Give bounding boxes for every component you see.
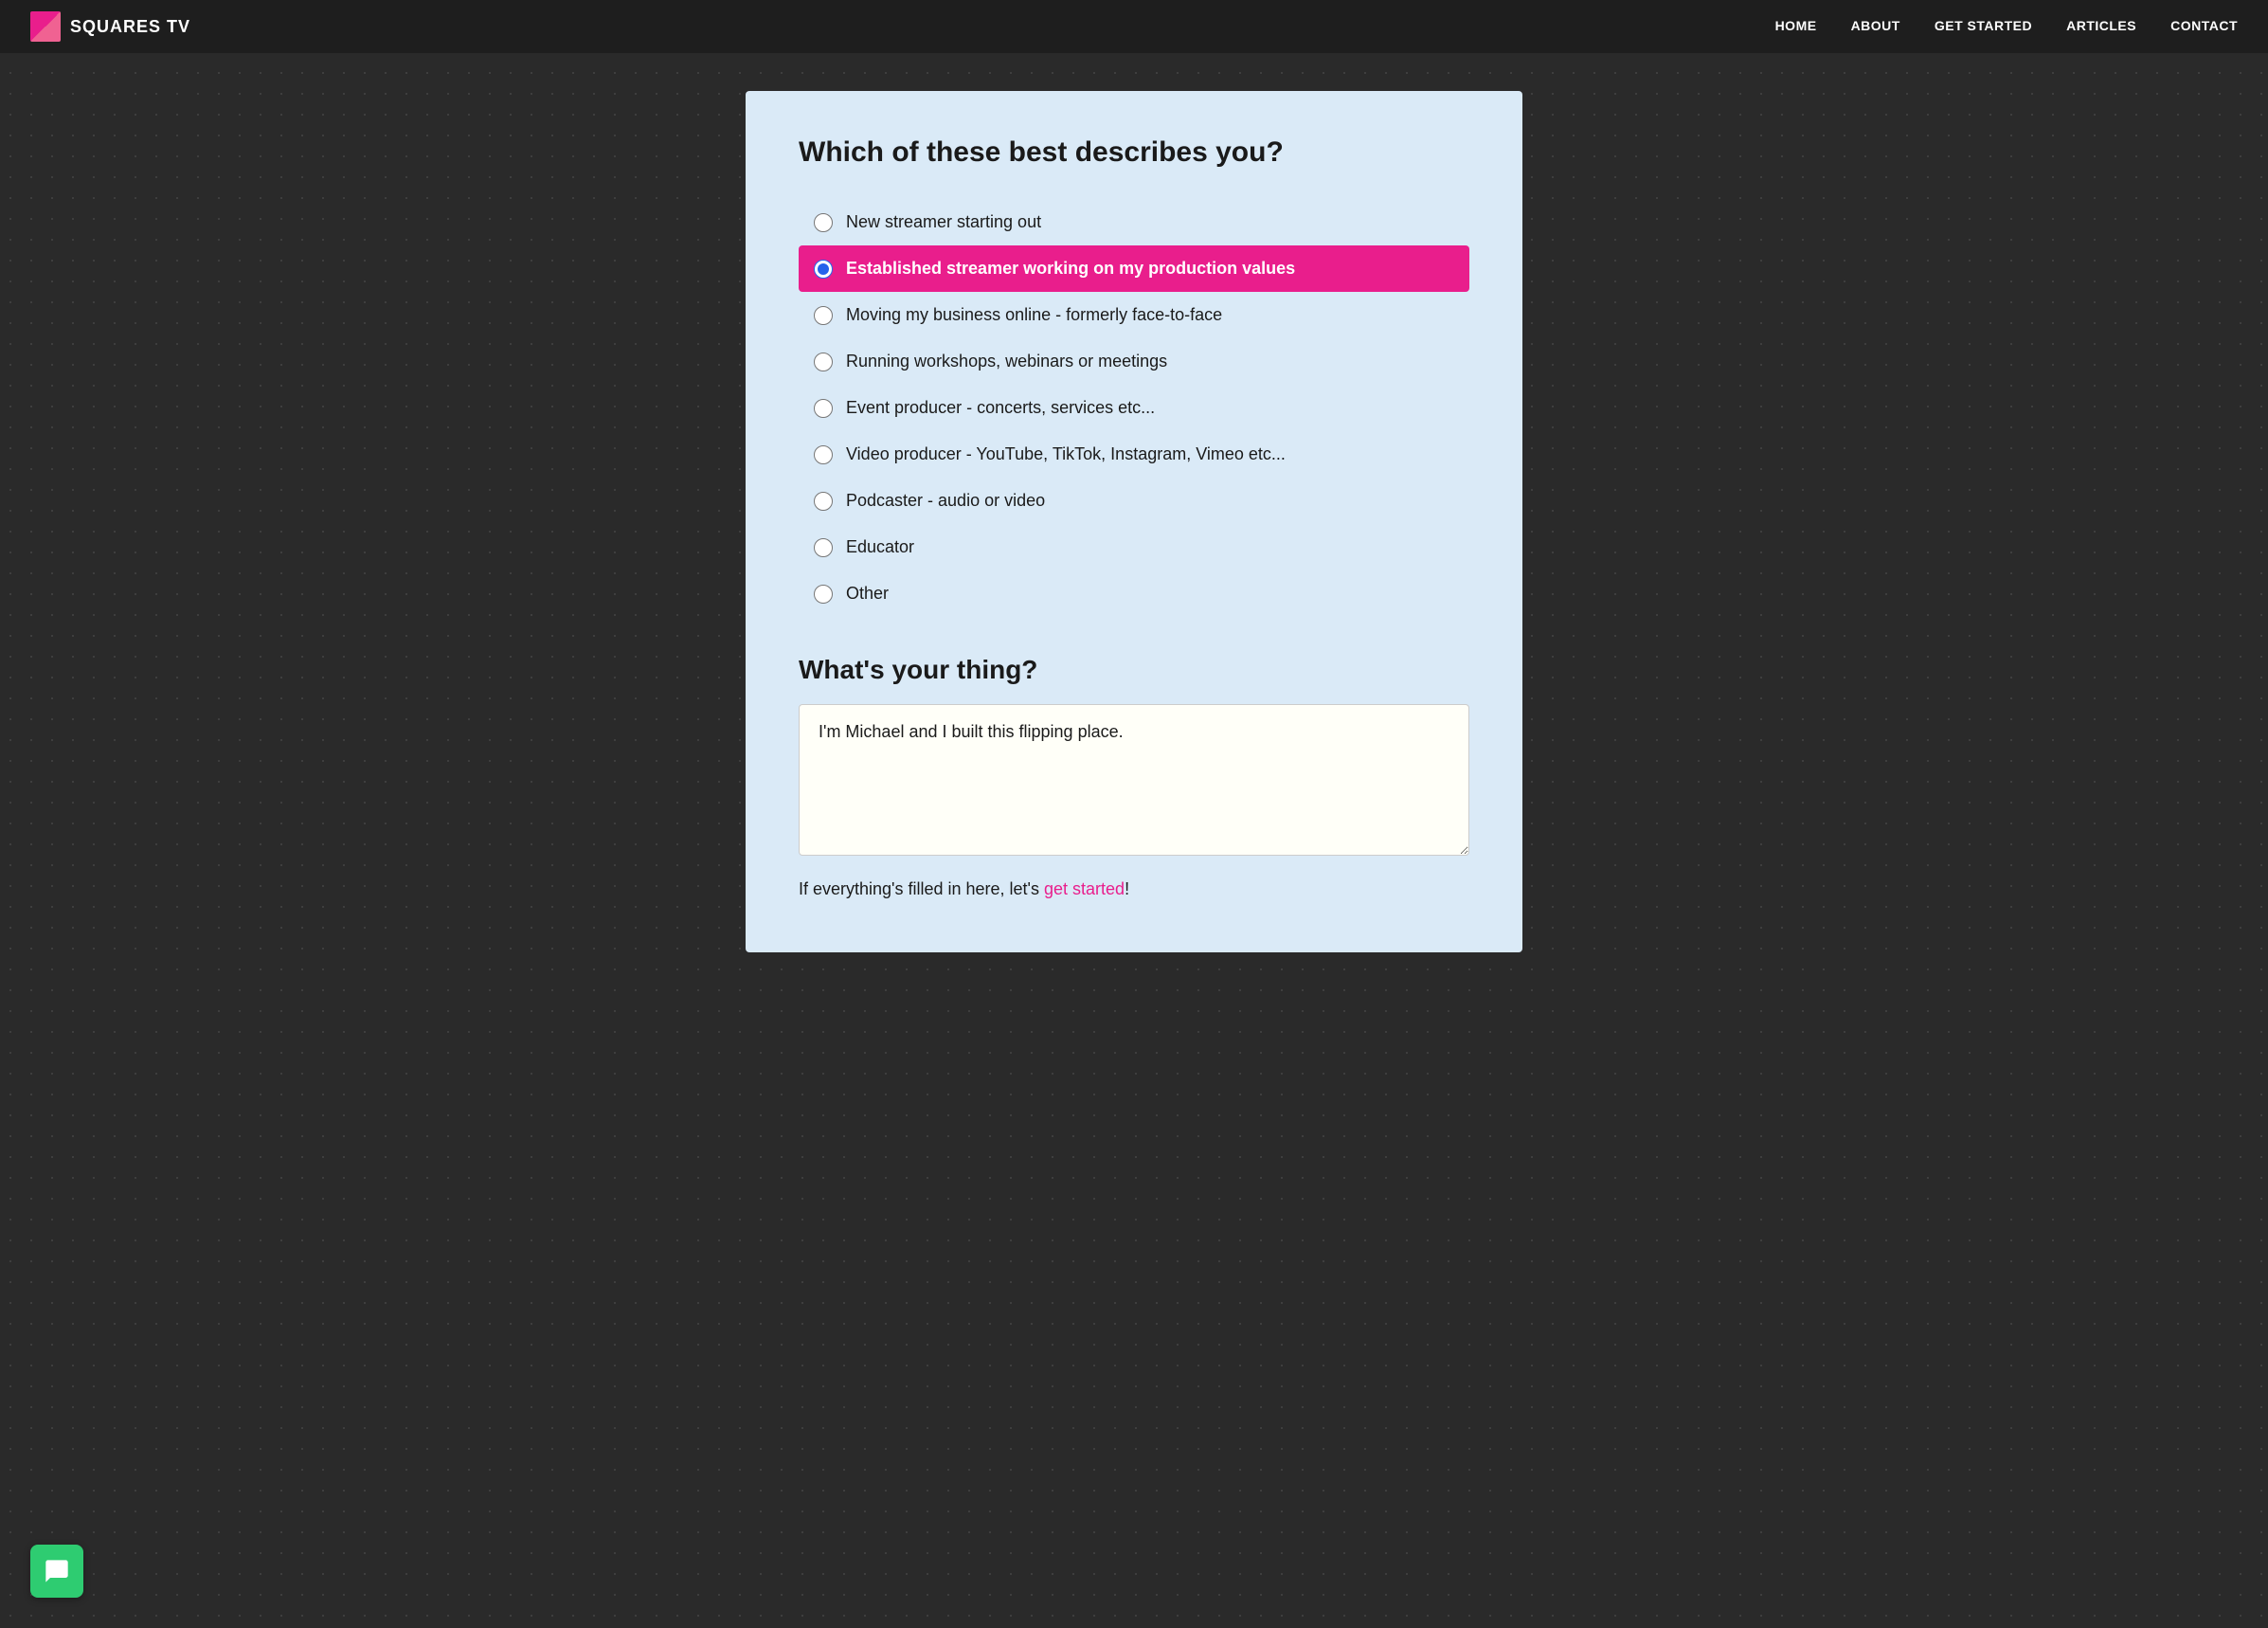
radio-option-opt3[interactable]: Moving my business online - formerly fac… bbox=[799, 292, 1469, 338]
radio-input-opt7[interactable] bbox=[814, 492, 833, 511]
brand-name: SQUARES TV bbox=[70, 17, 190, 37]
navbar: SQUARES TV HOME ABOUT GET STARTED ARTICLES C… bbox=[0, 0, 2268, 53]
radio-input-opt9[interactable] bbox=[814, 585, 833, 604]
radio-option-opt6[interactable]: Video producer - YouTube, TikTok, Instag… bbox=[799, 431, 1469, 478]
chat-icon bbox=[44, 1558, 70, 1584]
question2-title: What's your thing? bbox=[799, 655, 1469, 685]
nav-link-about[interactable]: ABOUT bbox=[1851, 18, 1900, 33]
radio-option-opt5[interactable]: Event producer - concerts, services etc.… bbox=[799, 385, 1469, 431]
thing-textarea[interactable] bbox=[799, 704, 1469, 856]
radio-label-opt4: Running workshops, webinars or meetings bbox=[846, 352, 1167, 371]
nav-link-articles[interactable]: ARTICLES bbox=[2066, 18, 2136, 33]
radio-label-opt9: Other bbox=[846, 584, 889, 604]
radio-label-opt8: Educator bbox=[846, 537, 914, 557]
nav-link-get-started[interactable]: GET STARTED bbox=[1935, 18, 2032, 33]
radio-option-opt2[interactable]: Established streamer working on my produ… bbox=[799, 245, 1469, 292]
radio-input-opt4[interactable] bbox=[814, 353, 833, 371]
radio-option-opt4[interactable]: Running workshops, webinars or meetings bbox=[799, 338, 1469, 385]
radio-label-opt5: Event producer - concerts, services etc.… bbox=[846, 398, 1155, 418]
content-card: Which of these best describes you? New s… bbox=[746, 91, 1522, 952]
radio-label-opt7: Podcaster - audio or video bbox=[846, 491, 1045, 511]
radio-option-opt1[interactable]: New streamer starting out bbox=[799, 199, 1469, 245]
radio-option-opt9[interactable]: Other bbox=[799, 570, 1469, 617]
brand-logo bbox=[30, 11, 61, 42]
radio-label-opt3: Moving my business online - formerly fac… bbox=[846, 305, 1222, 325]
radio-option-opt7[interactable]: Podcaster - audio or video bbox=[799, 478, 1469, 524]
nav-link-contact[interactable]: CONTACT bbox=[2170, 18, 2238, 33]
radio-input-opt6[interactable] bbox=[814, 445, 833, 464]
cta-text: If everything's filled in here, let's ge… bbox=[799, 879, 1469, 899]
radio-input-opt8[interactable] bbox=[814, 538, 833, 557]
chat-button[interactable] bbox=[30, 1545, 83, 1598]
get-started-link[interactable]: get started bbox=[1044, 879, 1125, 898]
radio-options: New streamer starting out Established str… bbox=[799, 199, 1469, 617]
radio-input-opt2[interactable] bbox=[814, 260, 833, 279]
radio-input-opt3[interactable] bbox=[814, 306, 833, 325]
radio-label-opt1: New streamer starting out bbox=[846, 212, 1041, 232]
cta-prefix: If everything's filled in here, let's bbox=[799, 879, 1044, 898]
cta-suffix: ! bbox=[1125, 879, 1129, 898]
radio-label-opt6: Video producer - YouTube, TikTok, Instag… bbox=[846, 444, 1286, 464]
radio-option-opt8[interactable]: Educator bbox=[799, 524, 1469, 570]
page-wrapper: Which of these best describes you? New s… bbox=[0, 53, 2268, 1009]
radio-input-opt5[interactable] bbox=[814, 399, 833, 418]
brand: SQUARES TV bbox=[30, 11, 190, 42]
nav-link-home[interactable]: HOME bbox=[1775, 18, 1817, 33]
nav-links: HOME ABOUT GET STARTED ARTICLES CONTACT bbox=[1775, 18, 2238, 35]
question1-title: Which of these best describes you? bbox=[799, 136, 1469, 169]
radio-input-opt1[interactable] bbox=[814, 213, 833, 232]
radio-label-opt2: Established streamer working on my produ… bbox=[846, 259, 1295, 279]
